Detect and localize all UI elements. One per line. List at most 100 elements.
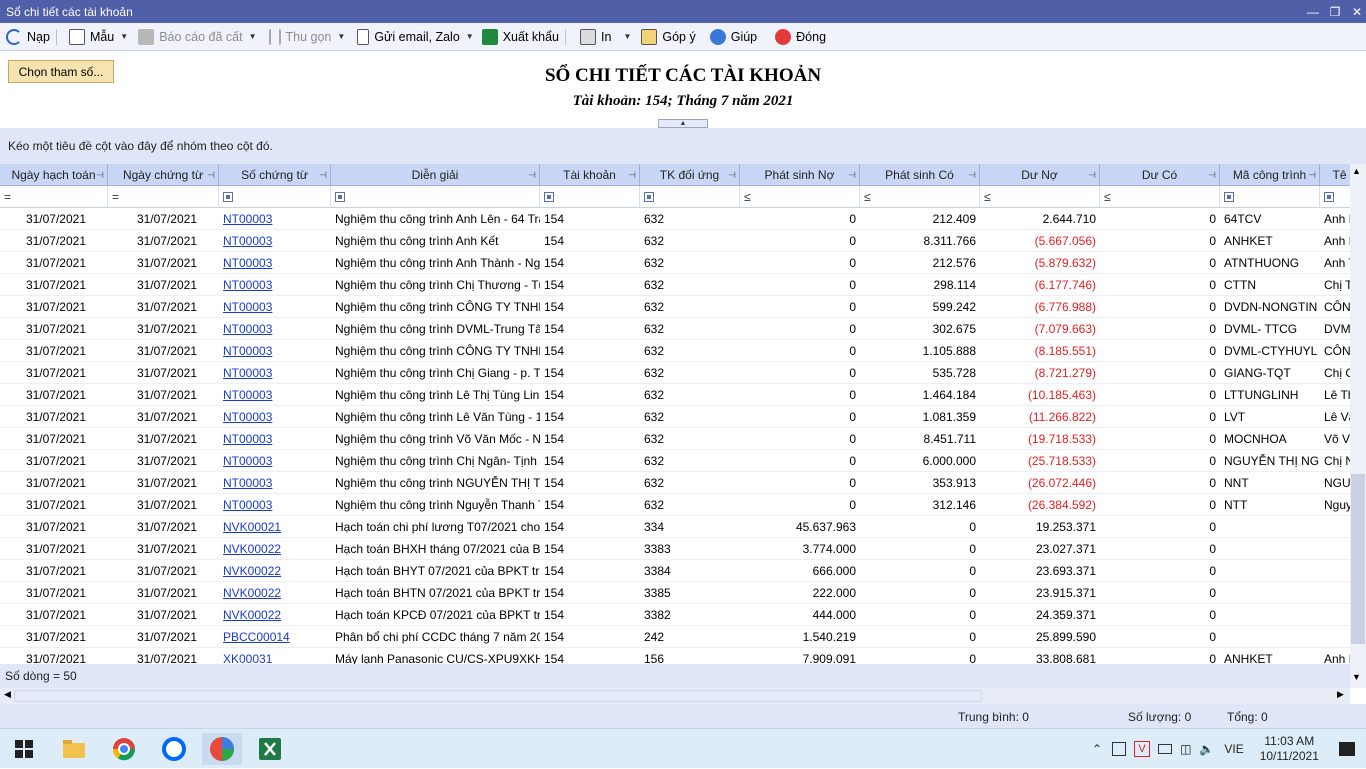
table-row[interactable]: 31/07/2021 31/07/2021 NT00003 Nghiệm thu cô… xyxy=(0,472,1350,494)
excel-icon[interactable] xyxy=(250,733,290,765)
pin-icon[interactable]: ⊣ xyxy=(319,164,327,185)
scroll-left-icon[interactable]: ◀ xyxy=(4,689,11,700)
scroll-down-icon[interactable]: ▼ xyxy=(1352,672,1361,682)
cell-doc-number[interactable]: NT00003 xyxy=(219,252,331,274)
table-row[interactable]: 31/07/2021 31/07/2021 XK00031 Máy lạnh Pana… xyxy=(0,648,1350,664)
pin-icon[interactable]: ⊣ xyxy=(728,164,736,185)
filter-condition-icon[interactable] xyxy=(544,192,554,202)
chevron-down-icon[interactable]: ▼ xyxy=(337,32,345,41)
feedback-button[interactable]: Góp ý xyxy=(641,23,696,51)
table-row[interactable]: 31/07/2021 31/07/2021 PBCC00014 Phân bổ chi… xyxy=(0,626,1350,648)
cell-doc-number[interactable]: NT00003 xyxy=(219,318,331,340)
close-window-icon[interactable]: ✕ xyxy=(1346,0,1366,23)
table-row[interactable]: 31/07/2021 31/07/2021 NT00003 Nghiệm thu cô… xyxy=(0,274,1350,296)
pin-icon[interactable]: ⊣ xyxy=(1308,164,1316,185)
cell-doc-number[interactable]: NT00003 xyxy=(219,472,331,494)
saved-reports-button[interactable]: Báo cáo đã cất ▼ xyxy=(138,23,257,51)
group-by-panel[interactable]: Kéo một tiêu đề cột vào đây để nhóm theo… xyxy=(0,128,1366,164)
cell-doc-number[interactable]: NT00003 xyxy=(219,494,331,516)
table-row[interactable]: 31/07/2021 31/07/2021 NT00003 Nghiệm thu cô… xyxy=(0,208,1350,230)
filter-debit[interactable]: ≤ xyxy=(740,186,860,208)
filter-condition-icon[interactable] xyxy=(1224,192,1234,202)
chevron-down-icon[interactable]: ▼ xyxy=(623,32,631,41)
table-row[interactable]: 31/07/2021 31/07/2021 NT00003 Nghiệm thu cô… xyxy=(0,362,1350,384)
pin-icon[interactable]: ⊣ xyxy=(628,164,636,185)
filter-operator[interactable]: ≤ xyxy=(864,190,871,204)
cell-doc-number[interactable]: PBCC00014 xyxy=(219,626,331,648)
cell-doc-number[interactable]: NT00003 xyxy=(219,296,331,318)
column-header-debit[interactable]: Phát sinh Nợ ⊣ xyxy=(740,164,860,186)
pin-icon[interactable]: ⊣ xyxy=(528,164,536,185)
filter-operator[interactable]: = xyxy=(112,190,119,204)
pin-icon[interactable]: ⊣ xyxy=(96,164,104,185)
cell-doc-number[interactable]: NVK00022 xyxy=(219,560,331,582)
column-header-debit-balance[interactable]: Dư Nợ ⊣ xyxy=(980,164,1100,186)
table-row[interactable]: 31/07/2021 31/07/2021 NVK00022 Hạch toán BH… xyxy=(0,560,1350,582)
filter-operator[interactable]: ≤ xyxy=(984,190,991,204)
table-row[interactable]: 31/07/2021 31/07/2021 NVK00022 Hạch toán BH… xyxy=(0,582,1350,604)
language-indicator[interactable]: VIE xyxy=(1224,742,1243,756)
column-header-description[interactable]: Diễn giải ⊣ xyxy=(331,164,540,186)
close-button[interactable]: Đóng xyxy=(775,23,826,51)
table-row[interactable]: 31/07/2021 31/07/2021 NVK00021 Hạch toán ch… xyxy=(0,516,1350,538)
unikey-v-icon[interactable]: V xyxy=(1134,741,1151,757)
display-icon[interactable] xyxy=(1112,742,1127,756)
column-header-account[interactable]: Tài khoản ⊣ xyxy=(540,164,640,186)
filter-posting-date[interactable]: = xyxy=(0,186,108,208)
filter-condition-icon[interactable] xyxy=(644,192,654,202)
cell-doc-number[interactable]: NVK00022 xyxy=(219,538,331,560)
template-button[interactable]: Mẫu ▼ xyxy=(68,23,128,51)
collapse-button[interactable]: Thu gọn ▼ xyxy=(268,23,345,51)
table-row[interactable]: 31/07/2021 31/07/2021 NT00003 Nghiệm thu cô… xyxy=(0,450,1350,472)
pin-icon[interactable]: ⊣ xyxy=(1088,164,1096,185)
help-button[interactable]: Giúp xyxy=(709,23,757,51)
refresh-button[interactable]: Nạp xyxy=(6,23,50,51)
filter-project-code[interactable] xyxy=(1220,186,1320,208)
cell-doc-number[interactable]: NT00003 xyxy=(219,362,331,384)
chevron-down-icon[interactable]: ▼ xyxy=(466,32,474,41)
cell-doc-number[interactable]: NVK00022 xyxy=(219,582,331,604)
chevron-up-icon[interactable]: ⌃ xyxy=(1092,742,1102,756)
horizontal-scrollbar[interactable]: ◀ ▶ xyxy=(0,688,1350,704)
clock[interactable]: 11:03 AM 10/11/2021 xyxy=(1260,734,1319,764)
cell-doc-number[interactable]: NT00003 xyxy=(219,384,331,406)
pin-icon[interactable]: ⊣ xyxy=(968,164,976,185)
filter-credit[interactable]: ≤ xyxy=(860,186,980,208)
column-header-project-code[interactable]: Mã công trình ⊣ xyxy=(1220,164,1320,186)
table-row[interactable]: 31/07/2021 31/07/2021 NT00003 Nghiệm thu cô… xyxy=(0,252,1350,274)
scroll-up-icon[interactable]: ▲ xyxy=(1352,166,1361,176)
column-header-doc-number[interactable]: Số chứng từ ⊣ xyxy=(219,164,331,186)
cell-doc-number[interactable]: NT00003 xyxy=(219,274,331,296)
chevron-down-icon[interactable]: ▼ xyxy=(120,32,128,41)
filter-contra-account[interactable] xyxy=(640,186,740,208)
cell-doc-number[interactable]: NT00003 xyxy=(219,208,331,230)
table-row[interactable]: 31/07/2021 31/07/2021 NT00003 Nghiệm thu cô… xyxy=(0,230,1350,252)
table-row[interactable]: 31/07/2021 31/07/2021 NT00003 Nghiệm thu cô… xyxy=(0,384,1350,406)
restore-icon[interactable]: ❐ xyxy=(1324,0,1346,23)
filter-operator[interactable]: = xyxy=(4,190,11,204)
chrome-icon[interactable] xyxy=(104,733,144,765)
cell-doc-number[interactable]: NT00003 xyxy=(219,428,331,450)
send-email-zalo-button[interactable]: Gửi email, Zalo ▼ xyxy=(357,23,474,51)
scrollbar-thumb[interactable] xyxy=(14,690,982,702)
cell-doc-number[interactable]: NT00003 xyxy=(219,230,331,252)
windows-start-icon[interactable] xyxy=(4,733,44,765)
column-header-contra-account[interactable]: TK đối ứng ⊣ xyxy=(640,164,740,186)
filter-operator[interactable]: ≤ xyxy=(1104,190,1111,204)
vertical-scrollbar[interactable]: ▲ ▼ xyxy=(1350,164,1366,688)
filter-name[interactable] xyxy=(1320,186,1350,208)
notification-icon[interactable] xyxy=(1338,742,1355,756)
battery-icon[interactable] xyxy=(1158,744,1173,754)
filter-condition-icon[interactable] xyxy=(335,192,345,202)
table-row[interactable]: 31/07/2021 31/07/2021 NT00003 Nghiệm thu cô… xyxy=(0,428,1350,450)
table-row[interactable]: 31/07/2021 31/07/2021 NVK00022 Hạch toán KP… xyxy=(0,604,1350,626)
zalo-icon[interactable] xyxy=(154,733,194,765)
collapse-header-toggle[interactable]: ▲ xyxy=(658,119,708,128)
file-explorer-icon[interactable] xyxy=(54,733,94,765)
volume-icon[interactable]: 🔈 xyxy=(1199,742,1214,756)
table-row[interactable]: 31/07/2021 31/07/2021 NT00003 Nghiệm thu cô… xyxy=(0,494,1350,516)
scrollbar-thumb[interactable] xyxy=(1351,474,1365,644)
pin-icon[interactable]: ⊣ xyxy=(848,164,856,185)
table-row[interactable]: 31/07/2021 31/07/2021 NT00003 Nghiệm thu cô… xyxy=(0,340,1350,362)
filter-condition-icon[interactable] xyxy=(1324,192,1334,202)
